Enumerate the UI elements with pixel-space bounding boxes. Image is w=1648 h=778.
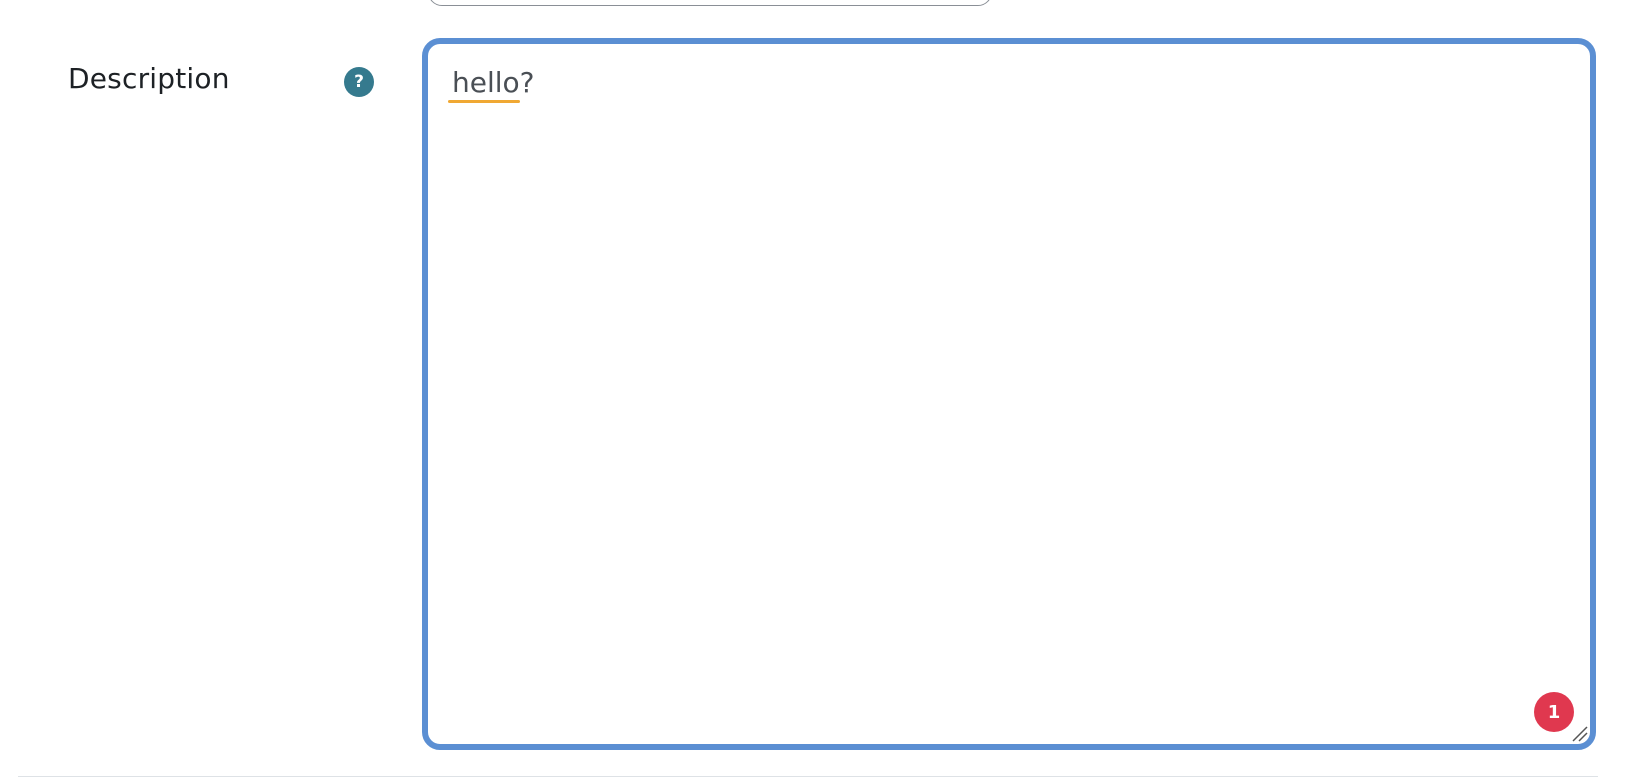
previous-input-field[interactable] (428, 0, 992, 6)
section-divider (18, 776, 1598, 777)
description-textarea[interactable]: hello? 1 (422, 38, 1596, 750)
description-textarea-value: hello? (452, 66, 535, 99)
form-page: Description ? hello? 1 (0, 0, 1648, 778)
spellcheck-underline (448, 100, 520, 103)
description-label: Description (68, 62, 230, 95)
help-icon[interactable]: ? (344, 67, 374, 97)
resize-handle-icon[interactable] (1570, 724, 1588, 742)
grammar-suggestion-badge[interactable]: 1 (1534, 692, 1574, 732)
